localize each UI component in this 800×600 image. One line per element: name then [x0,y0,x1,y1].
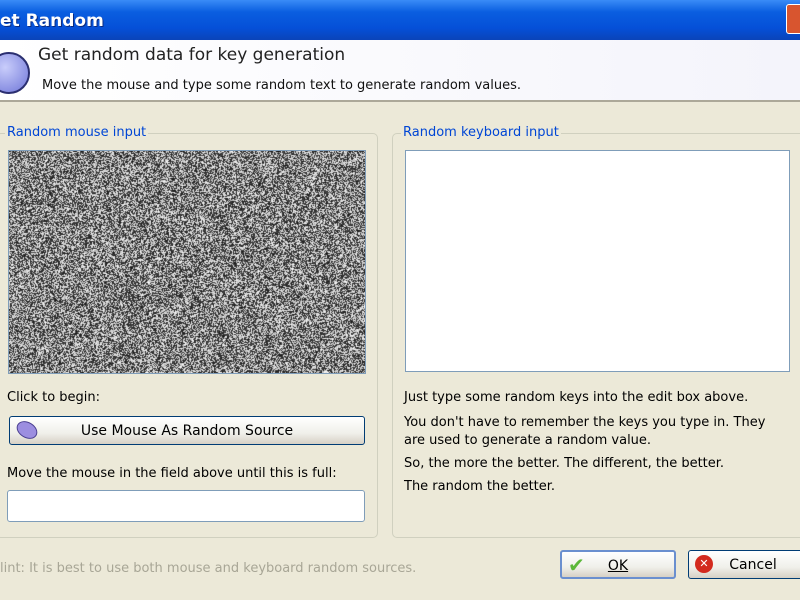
random-keyboard-input[interactable] [405,150,790,372]
click-to-begin-label: Click to begin: [7,390,100,405]
keyboard-help-line: are used to generate a random value. [404,433,651,448]
use-mouse-button-label: Use Mouse As Random Source [81,423,293,439]
cancel-button[interactable]: ✕ Cancel [688,550,800,579]
window-title: et Random [0,11,104,31]
use-mouse-button[interactable]: Use Mouse As Random Source [9,416,365,445]
key-icon [0,52,30,94]
close-button[interactable] [786,4,800,34]
mouse-group-label: Random mouse input [5,125,148,140]
title-bar: et Random [0,0,800,40]
random-mouse-field[interactable] [8,150,366,374]
dialog-header: Get random data for key generation Move … [0,40,800,102]
check-icon: ✔ [568,553,585,577]
mouse-progress-bar [7,490,365,522]
keyboard-help-line: Just type some random keys into the edit… [404,390,748,405]
progress-label: Move the mouse in the field above until … [7,466,337,481]
ok-label: OK [608,558,628,574]
mouse-icon [13,418,40,443]
header-title: Get random data for key generation [38,45,345,65]
keyboard-help-line: The random the better. [404,479,555,494]
hint-text: lint: It is best to use both mouse and k… [0,561,416,576]
cancel-label: Cancel [729,557,776,573]
keyboard-group-label: Random keyboard input [401,125,561,140]
keyboard-help-line: So, the more the better. The different, … [404,456,724,471]
ok-button[interactable]: ✔ OK [560,550,676,579]
keyboard-help-line: You don't have to remember the keys you … [404,415,765,430]
header-subtitle: Move the mouse and type some random text… [42,78,521,93]
cancel-icon: ✕ [695,555,713,573]
